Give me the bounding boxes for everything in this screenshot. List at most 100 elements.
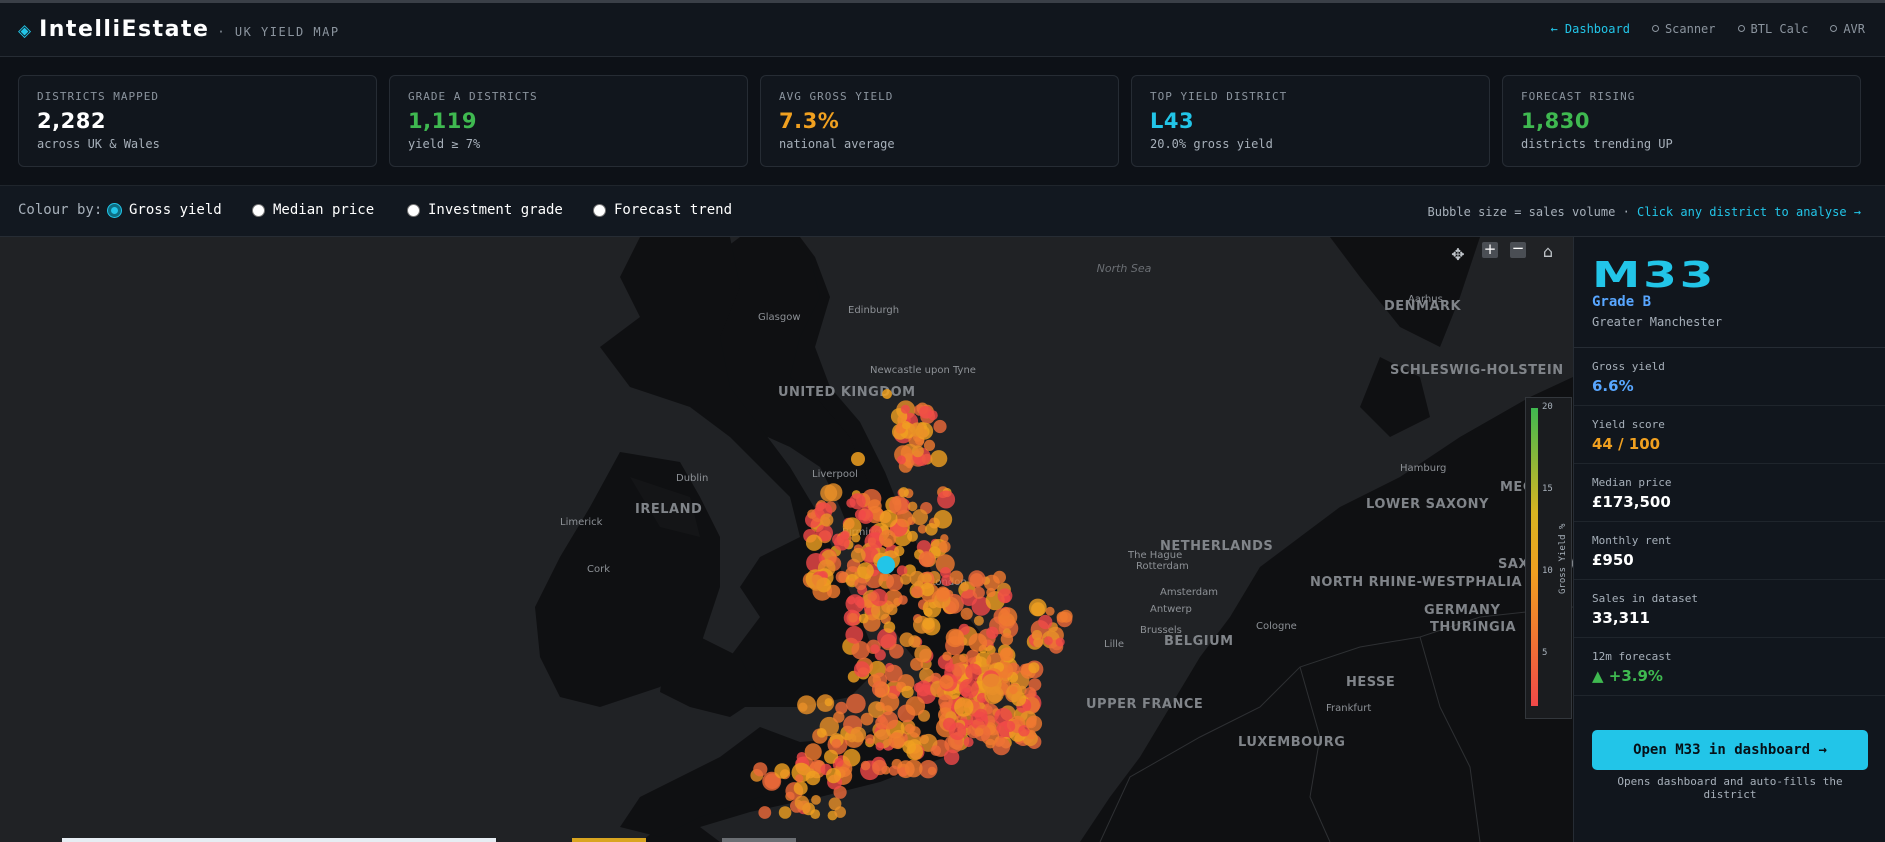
district-bubble[interactable] bbox=[943, 749, 960, 765]
pan-icon[interactable]: ✥ bbox=[1448, 245, 1468, 265]
district-bubble[interactable] bbox=[753, 762, 768, 777]
district-bubble[interactable] bbox=[840, 531, 850, 540]
district-bubble[interactable] bbox=[1045, 606, 1055, 616]
district-bubble[interactable] bbox=[851, 533, 861, 543]
district-bubble[interactable] bbox=[900, 404, 910, 414]
district-bubble[interactable] bbox=[1009, 686, 1018, 695]
home-icon[interactable]: ⌂ bbox=[1538, 242, 1558, 262]
district-bubble[interactable] bbox=[963, 737, 974, 748]
district-bubble[interactable] bbox=[858, 613, 869, 624]
district-bubble[interactable] bbox=[853, 661, 870, 678]
district-bubble[interactable] bbox=[922, 617, 935, 630]
district-bubble[interactable] bbox=[889, 495, 909, 515]
district-bubble[interactable] bbox=[820, 513, 834, 527]
district-bubble[interactable] bbox=[879, 529, 897, 547]
district-bubble[interactable] bbox=[949, 570, 964, 585]
radio-gross-yield[interactable]: Gross yield bbox=[108, 202, 222, 218]
selected-district-bubble[interactable] bbox=[877, 556, 895, 574]
district-bubble[interactable] bbox=[805, 534, 823, 551]
district-bubble[interactable] bbox=[875, 742, 884, 751]
hint-link[interactable]: Click any district to analyse → bbox=[1637, 205, 1861, 219]
district-bubble[interactable] bbox=[986, 587, 996, 598]
district-bubble[interactable] bbox=[794, 795, 810, 810]
district-bubble[interactable] bbox=[850, 547, 866, 563]
district-bubble[interactable] bbox=[933, 510, 953, 529]
district-bubble[interactable] bbox=[851, 452, 865, 466]
district-bubble[interactable] bbox=[937, 490, 956, 509]
district-bubble[interactable] bbox=[907, 501, 918, 512]
district-bubble[interactable] bbox=[920, 582, 935, 597]
district-bubble[interactable] bbox=[909, 726, 921, 738]
district-bubble[interactable] bbox=[954, 697, 974, 717]
nav-avr[interactable]: AVR bbox=[1830, 22, 1865, 36]
district-bubble[interactable] bbox=[944, 662, 955, 672]
district-bubble[interactable] bbox=[826, 768, 842, 784]
district-bubble[interactable] bbox=[973, 615, 984, 626]
district-bubble[interactable] bbox=[793, 781, 808, 796]
radio-median-price[interactable]: Median price bbox=[252, 202, 374, 218]
district-bubble[interactable] bbox=[998, 607, 1018, 627]
district-bubble[interactable] bbox=[774, 763, 790, 779]
district-bubble[interactable] bbox=[1025, 715, 1043, 732]
district-bubble[interactable] bbox=[824, 698, 833, 707]
district-bubble[interactable] bbox=[948, 629, 964, 646]
district-bubble[interactable] bbox=[833, 711, 845, 723]
district-bubble[interactable] bbox=[901, 685, 914, 699]
district-bubble[interactable] bbox=[960, 582, 969, 592]
district-bubble[interactable] bbox=[923, 439, 936, 451]
district-bubble[interactable] bbox=[1000, 633, 1014, 646]
district-bubble[interactable] bbox=[933, 419, 947, 434]
district-bubble[interactable] bbox=[997, 588, 1013, 604]
open-in-dashboard-button[interactable]: Open M33 in dashboard → bbox=[1592, 730, 1868, 770]
district-bubble[interactable] bbox=[834, 806, 846, 818]
district-bubble[interactable] bbox=[845, 625, 864, 644]
district-bubble[interactable] bbox=[883, 621, 896, 633]
district-bubble[interactable] bbox=[808, 574, 825, 591]
district-bubble[interactable] bbox=[959, 678, 979, 699]
district-bubble[interactable] bbox=[993, 570, 1006, 584]
district-bubble[interactable] bbox=[857, 562, 874, 580]
nav-btl-calc[interactable]: BTL Calc bbox=[1737, 22, 1808, 36]
district-bubble[interactable] bbox=[918, 551, 936, 568]
zoom-out-icon[interactable]: − bbox=[1510, 241, 1530, 262]
district-bubbles[interactable] bbox=[0, 237, 1573, 842]
district-bubble[interactable] bbox=[972, 586, 985, 599]
district-bubble[interactable] bbox=[1033, 637, 1044, 648]
district-bubble[interactable] bbox=[907, 530, 918, 542]
district-bubble[interactable] bbox=[845, 594, 865, 614]
district-bubble[interactable] bbox=[899, 632, 915, 647]
district-bubble[interactable] bbox=[882, 389, 892, 399]
district-bubble[interactable] bbox=[1004, 720, 1016, 732]
district-bubble[interactable] bbox=[1055, 637, 1065, 647]
district-bubble[interactable] bbox=[915, 680, 932, 697]
district-bubble[interactable] bbox=[854, 577, 867, 591]
district-bubble[interactable] bbox=[896, 455, 906, 465]
district-bubble[interactable] bbox=[986, 626, 999, 639]
district-bubble[interactable] bbox=[922, 573, 933, 584]
district-bubble[interactable] bbox=[880, 692, 900, 712]
district-bubble[interactable] bbox=[858, 508, 874, 524]
district-bubble[interactable] bbox=[805, 770, 821, 786]
district-bubble[interactable] bbox=[846, 693, 866, 714]
district-bubble[interactable] bbox=[886, 574, 904, 592]
district-bubble[interactable] bbox=[804, 743, 822, 761]
district-bubble[interactable] bbox=[936, 586, 950, 599]
district-bubble[interactable] bbox=[848, 612, 858, 623]
district-bubble[interactable] bbox=[942, 651, 952, 661]
district-bubble[interactable] bbox=[1044, 636, 1053, 646]
district-bubble[interactable] bbox=[850, 726, 867, 743]
district-bubble[interactable] bbox=[879, 711, 899, 730]
district-bubble[interactable] bbox=[867, 591, 877, 602]
district-bubble[interactable] bbox=[911, 445, 924, 458]
district-bubble[interactable] bbox=[968, 633, 988, 652]
district-bubble[interactable] bbox=[923, 607, 933, 617]
district-bubble[interactable] bbox=[1024, 687, 1036, 699]
district-bubble[interactable] bbox=[834, 757, 844, 767]
district-bubble[interactable] bbox=[910, 657, 924, 671]
district-bubble[interactable] bbox=[1038, 614, 1053, 630]
district-bubble[interactable] bbox=[938, 694, 953, 710]
district-bubble[interactable] bbox=[795, 774, 804, 783]
district-bubble[interactable] bbox=[851, 641, 870, 660]
district-bubble[interactable] bbox=[1028, 598, 1047, 617]
nav-dashboard[interactable]: ← Dashboard bbox=[1550, 22, 1629, 36]
